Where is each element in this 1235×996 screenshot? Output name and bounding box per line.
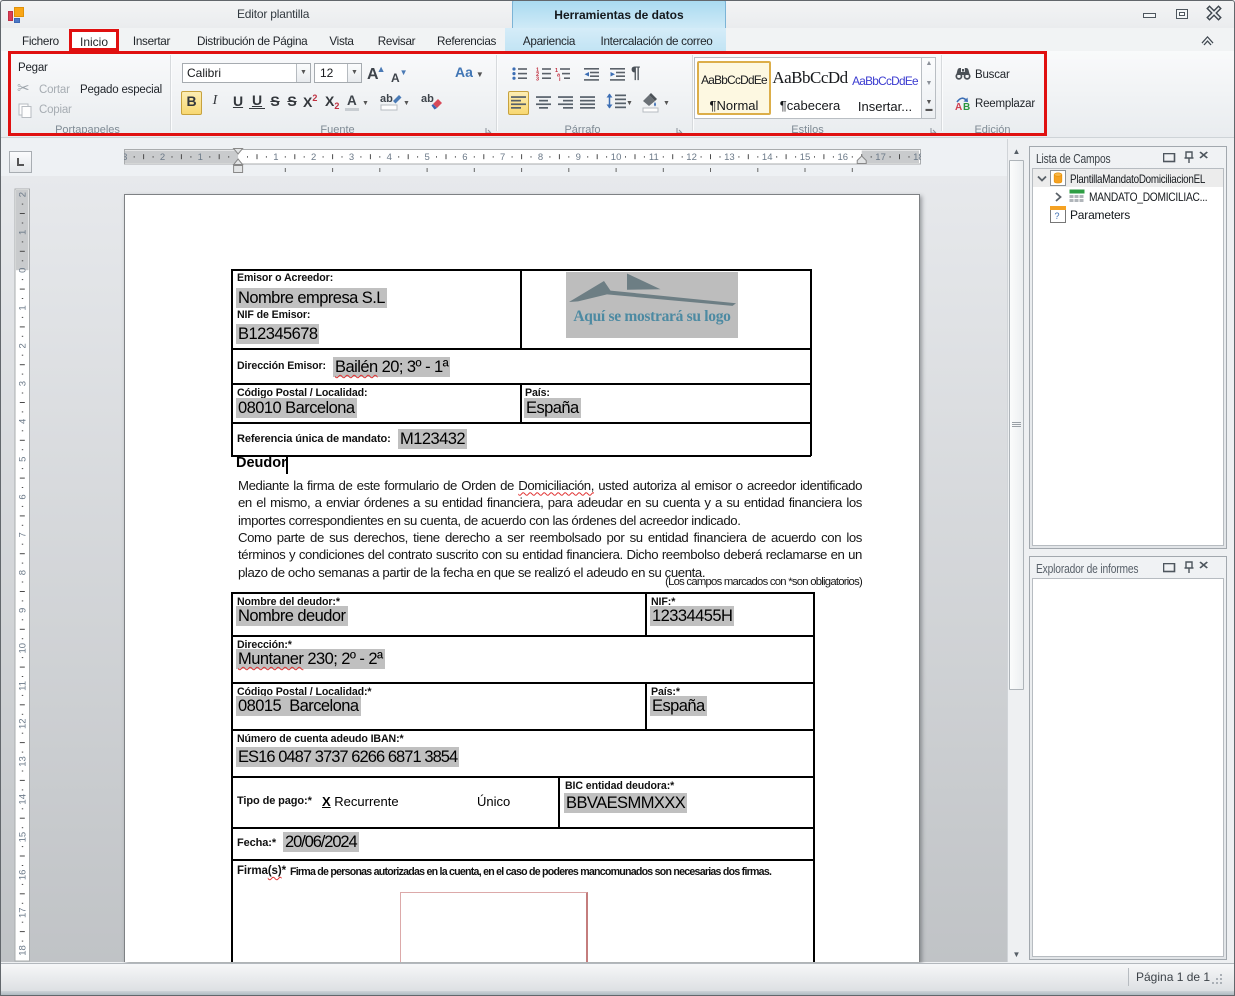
svg-text:13: 13: [18, 756, 29, 767]
svg-text:6: 6: [18, 494, 29, 499]
svg-text:6: 6: [462, 152, 467, 163]
svg-text:10: 10: [18, 643, 29, 654]
svg-text:1: 1: [273, 152, 278, 163]
svg-text:17: 17: [18, 907, 29, 918]
svg-text:14: 14: [18, 794, 29, 805]
svg-text:3: 3: [124, 152, 127, 163]
svg-text:4: 4: [18, 419, 29, 424]
svg-text:18: 18: [18, 945, 29, 956]
svg-text:1: 1: [18, 230, 29, 235]
svg-text:16: 16: [18, 870, 29, 881]
svg-text:8: 8: [538, 152, 543, 163]
svg-text:?: ?: [1055, 211, 1060, 221]
svg-text:2: 2: [18, 192, 29, 197]
svg-text:1: 1: [18, 305, 29, 310]
svg-text:2: 2: [160, 152, 165, 163]
svg-text:16: 16: [838, 152, 849, 163]
svg-text:2: 2: [18, 343, 29, 348]
svg-text:1: 1: [198, 152, 203, 163]
svg-text:3: 3: [349, 152, 354, 163]
svg-text:12: 12: [686, 152, 697, 163]
svg-text:12: 12: [18, 718, 29, 729]
svg-text:5: 5: [18, 457, 29, 462]
svg-text:11: 11: [649, 152, 659, 163]
svg-text:13: 13: [724, 152, 735, 163]
svg-text:15: 15: [18, 832, 29, 843]
svg-text:7: 7: [18, 532, 29, 537]
svg-text:5: 5: [424, 152, 429, 163]
svg-text:10: 10: [611, 152, 622, 163]
svg-text:8: 8: [18, 570, 29, 575]
svg-text:9: 9: [576, 152, 581, 163]
svg-text:9: 9: [18, 608, 29, 613]
svg-text:7: 7: [500, 152, 505, 163]
svg-text:0: 0: [18, 268, 29, 273]
svg-text:11: 11: [18, 681, 29, 691]
svg-text:17: 17: [875, 152, 886, 163]
svg-text:4: 4: [387, 152, 392, 163]
svg-text:3: 3: [18, 381, 29, 386]
svg-text:15: 15: [800, 152, 811, 163]
svg-text:14: 14: [762, 152, 773, 163]
svg-text:2: 2: [311, 152, 316, 163]
svg-text:18: 18: [913, 152, 921, 163]
